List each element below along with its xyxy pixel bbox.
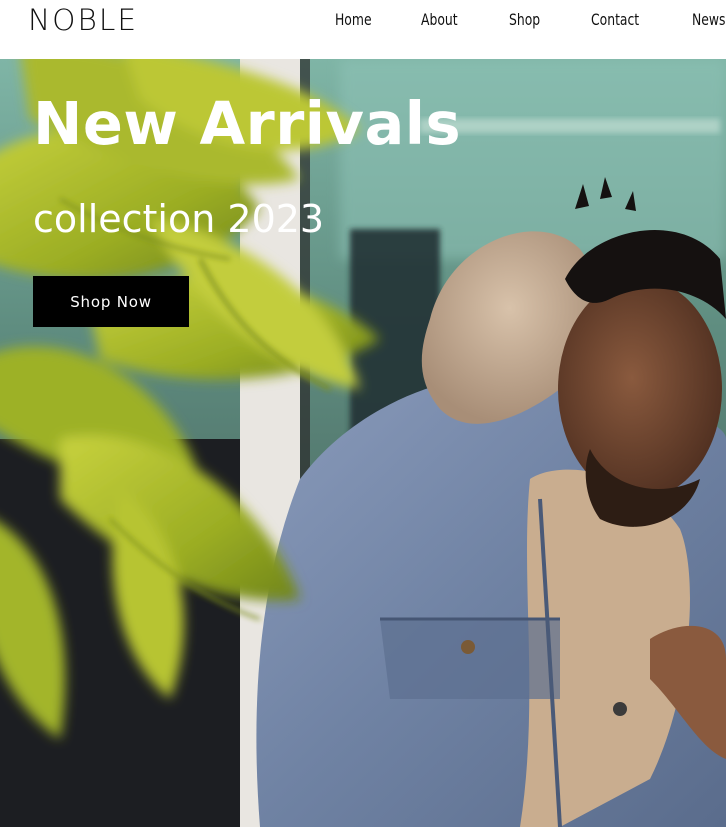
nav-link-shop[interactable]: Shop	[509, 8, 540, 32]
shop-now-button[interactable]: Shop Now	[33, 276, 189, 327]
hero-title: New Arrivals	[33, 89, 462, 158]
hero-background-photo	[0, 59, 726, 827]
nav-link-about[interactable]: About	[421, 8, 458, 32]
page: NOBLE Home About Shop Contact News New A…	[0, 0, 726, 827]
nav-link-news[interactable]: News	[692, 8, 725, 32]
nav-link-contact[interactable]: Contact	[591, 8, 639, 32]
nav-link-home[interactable]: Home	[335, 8, 372, 32]
hero-banner: New Arrivals collection 2023 Shop Now	[0, 59, 726, 827]
main-nav: Home About Shop Contact News	[0, 8, 726, 32]
site-header: NOBLE Home About Shop Contact News	[0, 0, 726, 59]
hero-subtitle: collection 2023	[33, 197, 325, 241]
